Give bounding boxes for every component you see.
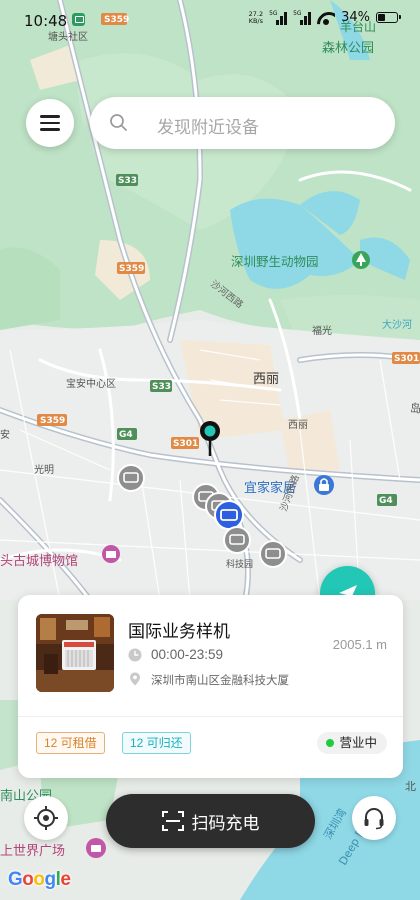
my-location-button[interactable] xyxy=(24,796,68,840)
plaza-poi-icon xyxy=(86,838,106,858)
menu-button[interactable] xyxy=(26,99,74,147)
map-label: G4 xyxy=(119,430,133,440)
map-label: G4 xyxy=(379,496,393,506)
map-label: 西丽 xyxy=(288,420,308,431)
map-label: 光明 xyxy=(34,463,54,476)
zoo-poi-icon xyxy=(352,251,370,269)
headset-icon xyxy=(364,808,384,830)
search-input[interactable]: 发现附近设备 xyxy=(90,97,395,149)
menu-icon-line xyxy=(40,115,60,118)
map-label: 北 xyxy=(405,780,416,793)
store-address: 深圳市南山区金融科技大厦 xyxy=(151,675,289,687)
search-placeholder: 发现附近设备 xyxy=(157,118,259,137)
map-label: S301 xyxy=(173,439,198,449)
scan-icon xyxy=(161,811,184,831)
device-marker-icon[interactable] xyxy=(259,540,287,568)
store-name: 国际业务样机 xyxy=(128,622,230,641)
map-label: 西丽 xyxy=(253,372,279,387)
device-marker-icon[interactable] xyxy=(117,464,145,492)
store-photo xyxy=(36,614,114,692)
search-icon xyxy=(110,114,127,131)
battery-icon xyxy=(376,12,401,23)
store-distance: 2005.1 m xyxy=(332,637,387,652)
map-label: 安 xyxy=(0,428,10,441)
map-label: 岛 xyxy=(410,401,420,415)
map-label: 上世界广场 xyxy=(0,844,65,859)
battery-percent: 34% xyxy=(341,10,370,25)
notification-icon xyxy=(72,13,85,26)
rentable-count-badge: 12 可租借 xyxy=(36,732,105,754)
open-status-label: 营业中 xyxy=(339,736,377,750)
status-icons: 27.2 KB/s 5G 5G 34% xyxy=(248,9,401,25)
clock: 10:48 xyxy=(24,12,68,30)
wifi-icon xyxy=(317,11,335,25)
clock-icon xyxy=(128,648,142,662)
ikea-poi-icon xyxy=(314,475,334,495)
device-marker-icon[interactable] xyxy=(223,526,251,554)
returnable-count-badge: 12 可归还 xyxy=(122,732,191,754)
menu-icon-line xyxy=(40,121,60,125)
business-hours: 00:00-23:59 xyxy=(151,647,224,662)
device-marker-selected-icon[interactable] xyxy=(214,500,244,530)
map-label: 森林公园 xyxy=(322,41,374,56)
customer-service-button[interactable] xyxy=(352,796,396,840)
scan-label: 扫码充电 xyxy=(191,813,260,833)
google-logo: Google xyxy=(8,869,71,891)
google-logo-text: Google xyxy=(8,869,71,890)
map-label: 大沙河 xyxy=(382,318,412,331)
map-label: S33 xyxy=(152,382,171,392)
crosshair-icon xyxy=(34,806,58,830)
status-bar: 10:48 27.2 KB/s 5G 5G 34% xyxy=(0,0,420,40)
map-label: 宝安中心区 xyxy=(66,377,116,390)
scan-to-charge-button[interactable]: 扫码充电 xyxy=(106,794,315,848)
map-label: S359 xyxy=(119,264,144,274)
sim1-label: 5G xyxy=(269,9,278,17)
open-status-badge: 营业中 xyxy=(317,732,387,754)
map-label: S301 xyxy=(394,354,419,364)
menu-icon-line xyxy=(40,128,60,131)
museum-poi-icon xyxy=(102,545,120,563)
map-label: 福光 xyxy=(312,324,332,337)
map-label: S359 xyxy=(40,416,65,426)
map-pin-icon xyxy=(130,672,140,686)
map-label: 深圳野生动物园 xyxy=(231,254,319,269)
store-card[interactable]: 国际业务样机 2005.1 m 00:00-23:59 深圳市南山区金融科技大厦… xyxy=(18,595,403,778)
map-label: 科技园 xyxy=(226,558,253,570)
sim2-label: 5G xyxy=(293,9,302,17)
network-speed: 27.2 KB/s xyxy=(248,10,263,25)
network-speed-unit: KB/s xyxy=(248,16,263,25)
map-label: 头古城博物馆 xyxy=(0,554,78,569)
map-label: S33 xyxy=(118,176,137,186)
signal-icon: 5G xyxy=(293,9,312,25)
status-dot-icon xyxy=(326,739,335,747)
card-divider xyxy=(18,716,403,717)
signal-icon: 5G xyxy=(269,9,288,25)
